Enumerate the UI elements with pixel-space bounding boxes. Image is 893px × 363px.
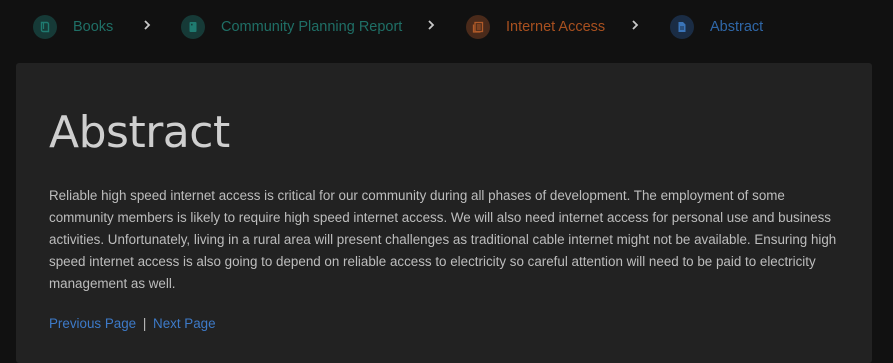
page-badge: [670, 15, 694, 39]
document-icon: [189, 22, 197, 32]
chapter-badge: [466, 15, 490, 39]
breadcrumb: Books Community Planning Report Internet…: [0, 0, 893, 54]
breadcrumb-item-internet-access[interactable]: Internet Access: [466, 14, 605, 40]
breadcrumb-label: Community Planning Report: [221, 19, 403, 35]
breadcrumb-item-abstract[interactable]: Abstract: [670, 14, 763, 40]
breadcrumb-label: Abstract: [710, 19, 764, 35]
page-title: Abstract: [49, 107, 230, 158]
abstract-body: Reliable high speed internet access is c…: [49, 188, 837, 291]
page-navigation: Previous Page | Next Page: [49, 316, 216, 331]
previous-page-link[interactable]: Previous Page: [49, 316, 136, 331]
breadcrumb-item-books[interactable]: Books: [33, 14, 113, 40]
chevron-right-icon: [144, 20, 151, 30]
breadcrumb-item-community-planning-report[interactable]: Community Planning Report: [181, 14, 402, 40]
breadcrumb-label: Internet Access: [506, 19, 606, 35]
breadcrumb-label: Books: [73, 19, 114, 35]
page-icon: [678, 22, 686, 32]
chevron-right-icon: [428, 20, 435, 30]
pager-divider: |: [142, 316, 147, 331]
chapter-icon: [472, 21, 484, 33]
book-icon: [40, 21, 49, 33]
next-page-link[interactable]: Next Page: [153, 316, 216, 331]
content-panel: Abstract Reliable high speed internet ac…: [16, 63, 872, 363]
book-badge: [33, 15, 57, 39]
chevron-right-icon: [632, 20, 639, 30]
document-badge: [181, 15, 205, 39]
